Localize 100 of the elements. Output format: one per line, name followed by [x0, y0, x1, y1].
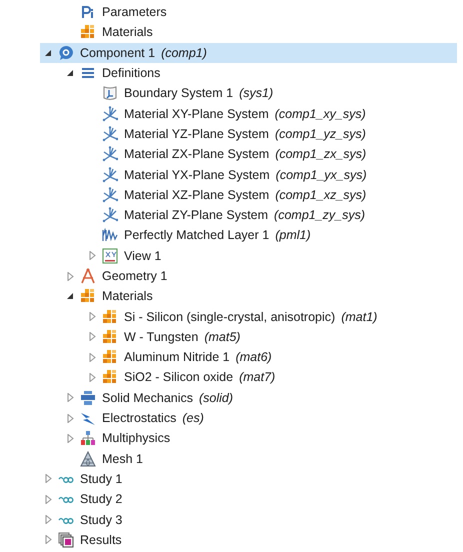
- item-tag: (comp1_zx_sys): [275, 147, 366, 162]
- item-tag: (comp1_yx_sys): [276, 168, 367, 182]
- item-label: Material XY-Plane System: [124, 106, 269, 121]
- tree-row[interactable]: Definitions: [40, 62, 457, 84]
- collapsed-arrow-icon[interactable]: [44, 515, 52, 524]
- item-label: Material XZ-Plane System: [124, 188, 270, 202]
- tree-row[interactable]: Material YX-Plane System (comp1_yx_sys): [40, 164, 457, 185]
- collapsed-arrow-icon[interactable]: [66, 434, 74, 443]
- collapsed-arrow-icon[interactable]: [66, 393, 74, 402]
- item-label: Perfectly Matched Layer 1: [124, 228, 270, 242]
- tree-row[interactable]: Solid Mechanics (solid): [40, 388, 457, 408]
- item-label: Aluminum Nitride 1: [124, 350, 230, 364]
- item-tag: (mat5): [204, 330, 240, 344]
- item-label: Component 1: [80, 46, 156, 60]
- item-label: View 1: [124, 248, 162, 263]
- item-label: SiO2 - Silicon oxide: [124, 370, 234, 384]
- collapsed-arrow-icon[interactable]: [88, 352, 96, 362]
- collapsed-arrow-icon[interactable]: [66, 414, 74, 423]
- item-tag: (comp1_zy_sys): [274, 208, 366, 222]
- axes-icon: [102, 166, 118, 183]
- tree-row[interactable]: Study 3: [40, 509, 457, 530]
- item-label: W - Tungsten: [124, 330, 198, 344]
- tree-row[interactable]: Material XY-Plane System (comp1_xy_sys): [40, 103, 457, 124]
- item-label: Definitions: [102, 66, 160, 80]
- item-label: Study 3: [80, 512, 122, 527]
- tree-row[interactable]: Component 1 (comp1): [40, 42, 457, 63]
- blocks-icon: [80, 430, 96, 446]
- item-label: Mesh 1: [102, 452, 143, 466]
- expanded-arrow-icon[interactable]: [66, 292, 74, 300]
- axes-icon: [102, 146, 118, 162]
- triangle-mesh-icon: [80, 450, 96, 467]
- item-label: Solid Mechanics: [102, 390, 194, 405]
- item-label: Results: [80, 532, 122, 547]
- item-tag: (sys1): [239, 86, 274, 100]
- expanded-arrow-icon[interactable]: [66, 69, 74, 78]
- tree-row[interactable]: Study 1: [40, 468, 457, 490]
- axes-icon: [102, 186, 118, 203]
- collapsed-arrow-icon[interactable]: [88, 372, 96, 382]
- item-label: Materials: [102, 25, 153, 40]
- tree-row[interactable]: W - Tungsten (mat5): [40, 326, 457, 348]
- item-label: Si - Silicon (single-crystal, anisotropic): [124, 310, 336, 324]
- tree-row[interactable]: SiO2 - Silicon oxide (mat7): [40, 367, 457, 388]
- view-icon: [102, 248, 118, 264]
- collapsed-arrow-icon[interactable]: [44, 494, 52, 504]
- item-label: Material ZY-Plane System: [124, 208, 268, 222]
- axes-icon: [102, 126, 118, 142]
- tree-row[interactable]: Study 2: [40, 489, 457, 510]
- collapsed-arrow-icon[interactable]: [88, 312, 96, 322]
- materials-icon: [80, 288, 96, 304]
- tree-row[interactable]: Material ZX-Plane System (comp1_zx_sys): [40, 144, 457, 164]
- tree-row[interactable]: Aluminum Nitride 1 (mat6): [40, 347, 457, 368]
- tree-row[interactable]: Materials: [40, 22, 457, 43]
- component-icon: [58, 44, 74, 61]
- parameters-icon: [80, 4, 96, 20]
- item-label: Geometry 1: [102, 269, 168, 283]
- collapsed-arrow-icon[interactable]: [66, 272, 74, 280]
- item-tag: (comp1_yz_sys): [274, 126, 366, 141]
- item-tag: (mat1): [341, 310, 378, 324]
- tree-row[interactable]: Geometry 1: [40, 266, 457, 286]
- item-tag: (comp1_xy_sys): [274, 106, 366, 121]
- collapsed-arrow-icon[interactable]: [44, 474, 52, 484]
- item-label: Material YX-Plane System: [124, 168, 270, 182]
- tree-row[interactable]: Multiphysics: [40, 428, 457, 449]
- tree-row[interactable]: Mesh 1: [40, 448, 457, 469]
- compass-icon: [80, 268, 96, 284]
- collapsed-arrow-icon[interactable]: [88, 251, 96, 260]
- tree-row[interactable]: Boundary System 1 (sys1): [40, 83, 457, 104]
- item-tag: (mat6): [236, 350, 272, 364]
- tree-row[interactable]: Electrostatics (es): [40, 408, 457, 428]
- results-icon: [58, 532, 74, 548]
- tree-row[interactable]: Si - Silicon (single-crystal, anisotropic) (mat1): [40, 306, 457, 327]
- item-label: Materials: [102, 289, 153, 304]
- wave-icon: [102, 227, 118, 244]
- tree-row[interactable]: Materials: [40, 286, 457, 306]
- item-tag: (es): [182, 411, 204, 426]
- collapsed-arrow-icon[interactable]: [44, 535, 52, 544]
- item-label: Boundary System 1: [124, 86, 234, 100]
- tree-row[interactable]: Parameters: [40, 2, 457, 22]
- item-label: Electrostatics: [102, 411, 176, 426]
- materials-icon: [102, 369, 118, 386]
- item-tag: (comp1): [161, 46, 207, 60]
- item-tag: (comp1_xz_sys): [275, 188, 366, 202]
- expanded-arrow-icon[interactable]: [44, 48, 52, 57]
- axes-icon: [102, 207, 118, 224]
- item-label: Multiphysics: [102, 431, 170, 446]
- materials-icon: [102, 349, 118, 366]
- item-tag: (pml1): [275, 228, 311, 242]
- boundary-system-icon: [102, 85, 118, 102]
- item-tag: (solid): [199, 390, 234, 405]
- materials-icon: [102, 308, 118, 325]
- collapsed-arrow-icon[interactable]: [88, 332, 96, 342]
- tree-row[interactable]: Results: [40, 530, 457, 550]
- stacked-plates-icon: [80, 390, 96, 406]
- tree-row[interactable]: Material XZ-Plane System (comp1_xz_sys): [40, 184, 457, 205]
- tree-row[interactable]: Material ZY-Plane System (comp1_zy_sys): [40, 204, 457, 226]
- tree-row[interactable]: Material YZ-Plane System (comp1_yz_sys): [40, 124, 457, 144]
- tree-row[interactable]: View 1: [40, 246, 457, 266]
- item-label: Material ZX-Plane System: [124, 147, 270, 162]
- tree-row[interactable]: Perfectly Matched Layer 1 (pml1): [40, 225, 457, 246]
- item-label: Parameters: [102, 5, 167, 20]
